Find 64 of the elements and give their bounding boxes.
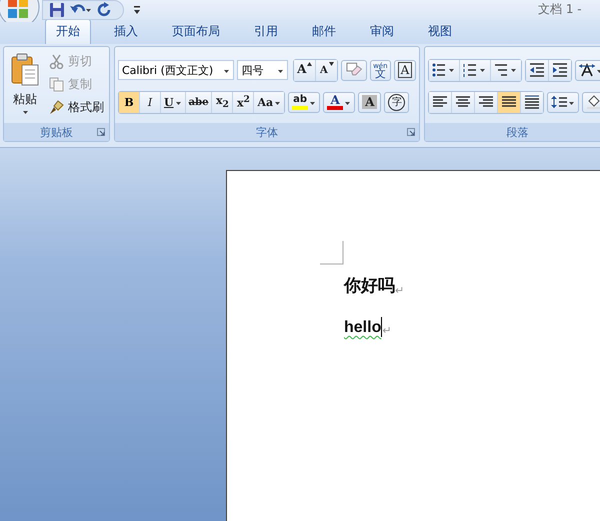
scissors-icon <box>49 54 64 69</box>
indent-icon <box>552 63 568 77</box>
strikethrough-button[interactable]: abe <box>186 92 212 112</box>
character-shading-button[interactable]: A <box>358 92 382 112</box>
align-center-icon <box>455 95 471 109</box>
paste-button[interactable]: 粘贴 <box>7 51 43 123</box>
ribbon-tab[interactable]: 引用 <box>243 19 289 44</box>
clipboard-icon <box>10 53 40 87</box>
bold-button[interactable]: B <box>119 92 140 112</box>
font-name-dropdown[interactable]: Calibri (西文正文) <box>118 60 234 80</box>
highlight-button[interactable]: ab <box>288 92 320 112</box>
paragraph-text: hello <box>344 319 382 337</box>
underline-button[interactable]: U <box>161 92 186 112</box>
paragraph-mark: ↵ <box>395 284 404 297</box>
paragraph-text: 你好吗 <box>344 275 395 297</box>
up-triangle-icon <box>307 62 312 66</box>
character-border-button[interactable]: A <box>394 60 416 80</box>
text-cursor <box>381 317 382 337</box>
brush-button[interactable]: 格式刷 <box>47 97 106 118</box>
margin-corner-mark <box>320 241 344 265</box>
line-spacing-button[interactable] <box>547 92 579 112</box>
ribbon-tab[interactable]: 页面布局 <box>161 19 231 44</box>
align-left-button[interactable] <box>429 92 452 112</box>
numbered-list-icon <box>463 63 487 77</box>
multilevel-list-icon <box>494 63 518 77</box>
line-spacing-icon <box>551 95 575 109</box>
grow-font-button[interactable]: A <box>294 60 316 80</box>
outdent-icon <box>529 63 545 77</box>
group-label: 段落 <box>506 124 528 140</box>
align-justify-icon <box>501 95 517 109</box>
align-justify-button[interactable] <box>498 92 521 112</box>
ribbon-tab[interactable]: 插入 <box>103 19 149 44</box>
customize-toolbar-icon[interactable] <box>132 4 142 16</box>
eraser-icon <box>345 62 363 78</box>
paragraph-mark: ↵ <box>382 324 392 337</box>
font-size-dropdown[interactable]: 四号 <box>237 60 288 80</box>
group-label: 剪贴板 <box>40 124 73 140</box>
decrease-indent-button[interactable] <box>526 60 549 80</box>
clear-formatting-button[interactable] <box>341 60 367 80</box>
copy-icon <box>49 77 64 92</box>
window-title: 文档 1 - <box>538 1 583 18</box>
ribbon-tab[interactable]: 开始 <box>45 19 91 44</box>
letter-arrows-icon <box>579 63 600 77</box>
ribbon-tab[interactable]: 邮件 <box>301 19 347 44</box>
ribbon-tab[interactable]: 审阅 <box>359 19 405 44</box>
align-left-icon <box>432 95 448 109</box>
caret-icon <box>22 108 28 115</box>
bulleted-list-icon <box>432 63 456 77</box>
align-distributed-icon <box>524 95 540 109</box>
ribbon-tab[interactable]: 视图 <box>417 19 463 44</box>
shading-button[interactable] <box>582 92 600 112</box>
change-case-button[interactable]: Aa <box>254 92 284 112</box>
save-icon[interactable] <box>49 2 65 18</box>
down-triangle-icon <box>328 62 334 66</box>
dialog-launcher-icon[interactable] <box>97 128 105 136</box>
bullets-button[interactable] <box>429 60 460 80</box>
dialog-launcher-icon[interactable] <box>407 128 415 136</box>
enclose-characters-button[interactable]: 字 <box>384 92 410 112</box>
paintbrush-icon <box>49 100 64 115</box>
font-color-button[interactable]: A <box>323 92 356 112</box>
text-direction-button[interactable] <box>575 60 600 80</box>
align-right-icon <box>478 95 494 109</box>
group-label: 字体 <box>256 124 278 140</box>
redo-icon[interactable] <box>97 2 113 18</box>
